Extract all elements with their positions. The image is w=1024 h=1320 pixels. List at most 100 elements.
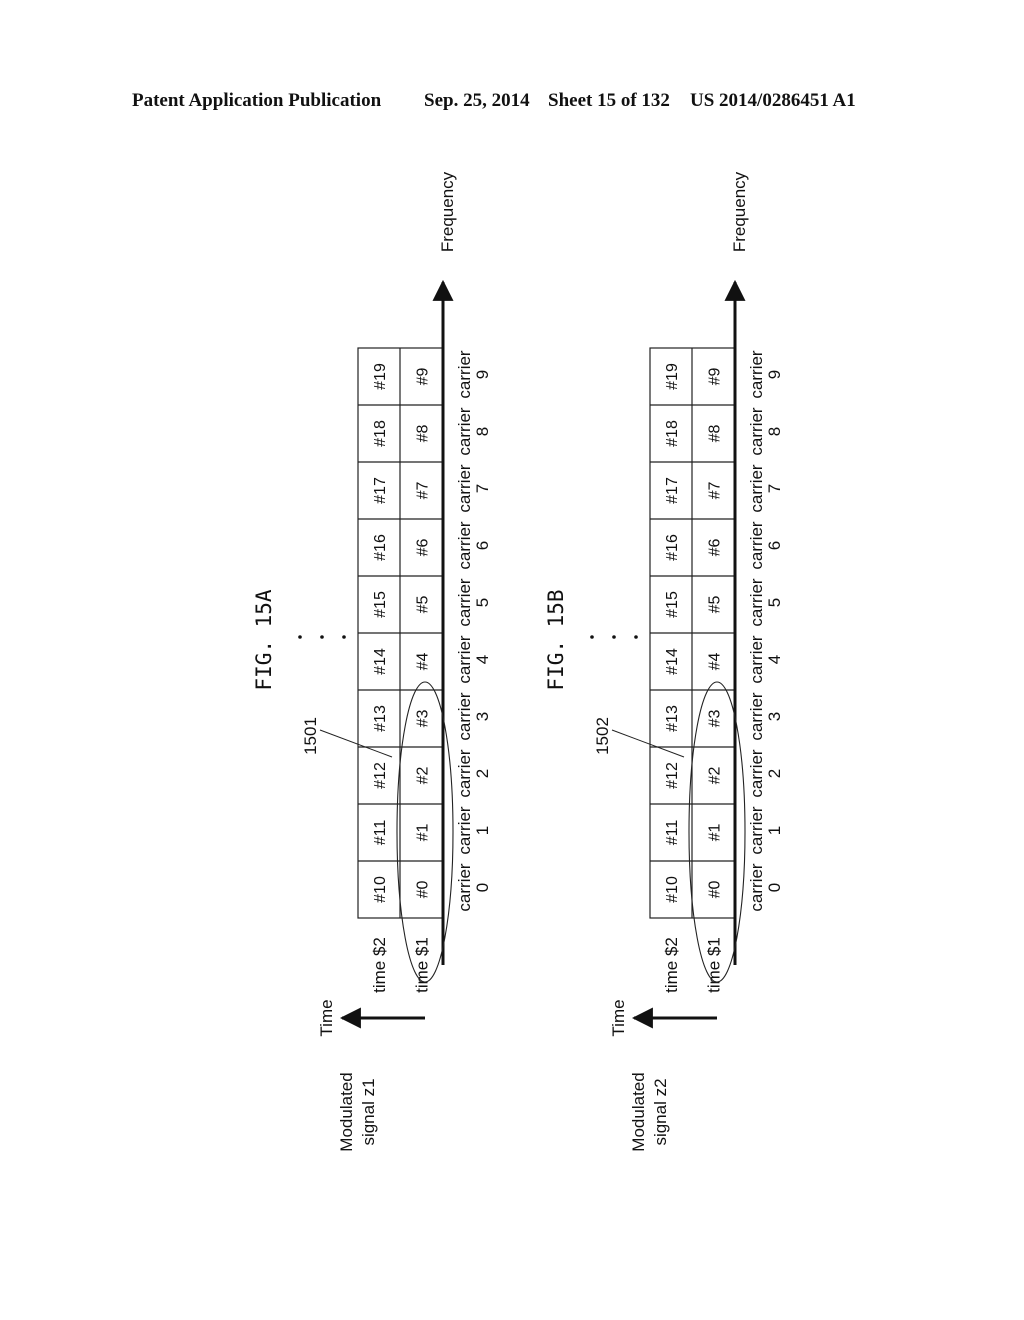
carrier-label: carrier <box>455 806 474 855</box>
symbol-cell-label: #6 <box>415 539 432 557</box>
symbol-cell-label: #18 <box>372 420 389 447</box>
symbol-cell-label: #19 <box>372 363 389 390</box>
time-axis-label: Time <box>609 999 628 1036</box>
carrier-number: 7 <box>765 484 784 493</box>
figure-drawing: #10#11#12#13#14#15#16#17#18#19#0#1#2#3#4… <box>252 171 784 1151</box>
reference-numeral: 1501 <box>301 717 320 755</box>
carrier-number: 1 <box>765 826 784 835</box>
carrier-label: carrier <box>455 863 474 912</box>
carrier-number: 3 <box>473 712 492 721</box>
carrier-number: 5 <box>473 598 492 607</box>
symbol-cell-label: #1 <box>415 824 432 842</box>
signal-label: signal z2 <box>651 1078 670 1145</box>
symbol-cell-label: #7 <box>707 482 724 500</box>
carrier-number: 8 <box>473 427 492 436</box>
carrier-number: 0 <box>765 883 784 892</box>
symbol-cell-label: #10 <box>664 876 681 903</box>
ellipsis-dot <box>634 635 638 639</box>
carrier-number: 7 <box>473 484 492 493</box>
carrier-label: carrier <box>747 635 766 684</box>
carrier-label: carrier <box>455 407 474 456</box>
carrier-label: carrier <box>747 863 766 912</box>
symbol-cell-label: #0 <box>415 881 432 899</box>
ellipsis-dot <box>342 635 346 639</box>
symbol-cell-label: #9 <box>415 368 432 386</box>
carrier-label: carrier <box>455 521 474 570</box>
carrier-number: 4 <box>473 655 492 664</box>
symbol-cell-label: #3 <box>707 710 724 728</box>
frequency-axis-label: Frequency <box>438 171 457 252</box>
reference-leader-line <box>611 729 685 758</box>
carrier-label: carrier <box>455 749 474 798</box>
symbol-cell-label: #19 <box>664 363 681 390</box>
carrier-number: 6 <box>765 541 784 550</box>
symbol-cell-label: #5 <box>707 596 724 614</box>
symbol-cell-label: #17 <box>372 477 389 504</box>
carrier-label: carrier <box>747 692 766 741</box>
symbol-cell-label: #13 <box>664 705 681 732</box>
carrier-label: carrier <box>747 350 766 399</box>
symbol-cell-label: #3 <box>415 710 432 728</box>
symbol-cell-label: #12 <box>372 762 389 789</box>
signal-label: signal z1 <box>359 1078 378 1145</box>
figure-caption: FIG. 15A <box>252 589 276 691</box>
carrier-label: carrier <box>747 578 766 627</box>
row-label-time-1: time $1 <box>705 937 724 993</box>
carrier-label: carrier <box>747 749 766 798</box>
carrier-number: 2 <box>473 769 492 778</box>
carrier-label: carrier <box>747 407 766 456</box>
reference-leader-line <box>319 729 393 758</box>
symbol-cell-label: #16 <box>664 534 681 561</box>
time-axis-label: Time <box>317 999 336 1036</box>
figure-a: #10 #11 #12 #13 #14 #15 #16 #17 #18 #19 #0 #1 #2 #3 #4… <box>252 171 492 1151</box>
symbol-cell-label: #1 <box>707 824 724 842</box>
symbol-cell-label: #15 <box>664 591 681 618</box>
row-label-time-2: time $2 <box>370 937 389 993</box>
carrier-label: carrier <box>747 521 766 570</box>
carrier-label: carrier <box>747 806 766 855</box>
symbol-cell-label: #8 <box>707 425 724 443</box>
carrier-label: carrier <box>747 464 766 513</box>
symbol-cell-label: #11 <box>664 820 681 846</box>
symbol-cell-label: #15 <box>372 591 389 618</box>
symbol-cell-label: #13 <box>372 705 389 732</box>
symbol-cell-label: #10 <box>372 876 389 903</box>
symbol-cell-label: #4 <box>415 653 432 671</box>
symbol-cell-label: #6 <box>707 539 724 557</box>
carrier-number: 6 <box>473 541 492 550</box>
carrier-number: 2 <box>765 769 784 778</box>
figure-b: #10 #11 #12 #13 #14 #15 #16 #17 #18 #19 #0 #1 #2 #3 #4… <box>544 171 784 1151</box>
carrier-number: 8 <box>765 427 784 436</box>
symbol-cell-label: #4 <box>707 653 724 671</box>
signal-label: Modulated <box>629 1072 648 1151</box>
carrier-label: carrier <box>455 692 474 741</box>
carrier-number: 9 <box>765 370 784 379</box>
symbol-cell-label: #17 <box>664 477 681 504</box>
symbol-cell-label: #14 <box>372 648 389 675</box>
ellipsis-dot <box>298 635 302 639</box>
carrier-number: 3 <box>765 712 784 721</box>
symbol-cell-label: #12 <box>664 762 681 789</box>
symbol-cell-label: #5 <box>415 596 432 614</box>
symbol-cell-label: #2 <box>707 767 724 785</box>
ellipsis-dot <box>320 635 324 639</box>
carrier-number: 5 <box>765 598 784 607</box>
carrier-number: 1 <box>473 826 492 835</box>
carrier-number: 4 <box>765 655 784 664</box>
carrier-label: carrier <box>455 464 474 513</box>
symbol-cell-label: #9 <box>707 368 724 386</box>
figure-caption: FIG. 15B <box>544 589 568 690</box>
symbol-cell-label: #7 <box>415 482 432 500</box>
ellipsis-dot <box>590 635 594 639</box>
symbol-cell-label: #2 <box>415 767 432 785</box>
frequency-axis-label: Frequency <box>730 171 749 252</box>
ellipsis-dot <box>612 635 616 639</box>
carrier-label: carrier <box>455 578 474 627</box>
symbol-cell-label: #14 <box>664 648 681 675</box>
symbol-cell-label: #16 <box>372 534 389 561</box>
symbol-cell-label: #0 <box>707 881 724 899</box>
carrier-number: 9 <box>473 370 492 379</box>
carrier-number: 0 <box>473 883 492 892</box>
symbol-cell-label: #11 <box>372 820 389 846</box>
carrier-label: carrier <box>455 350 474 399</box>
